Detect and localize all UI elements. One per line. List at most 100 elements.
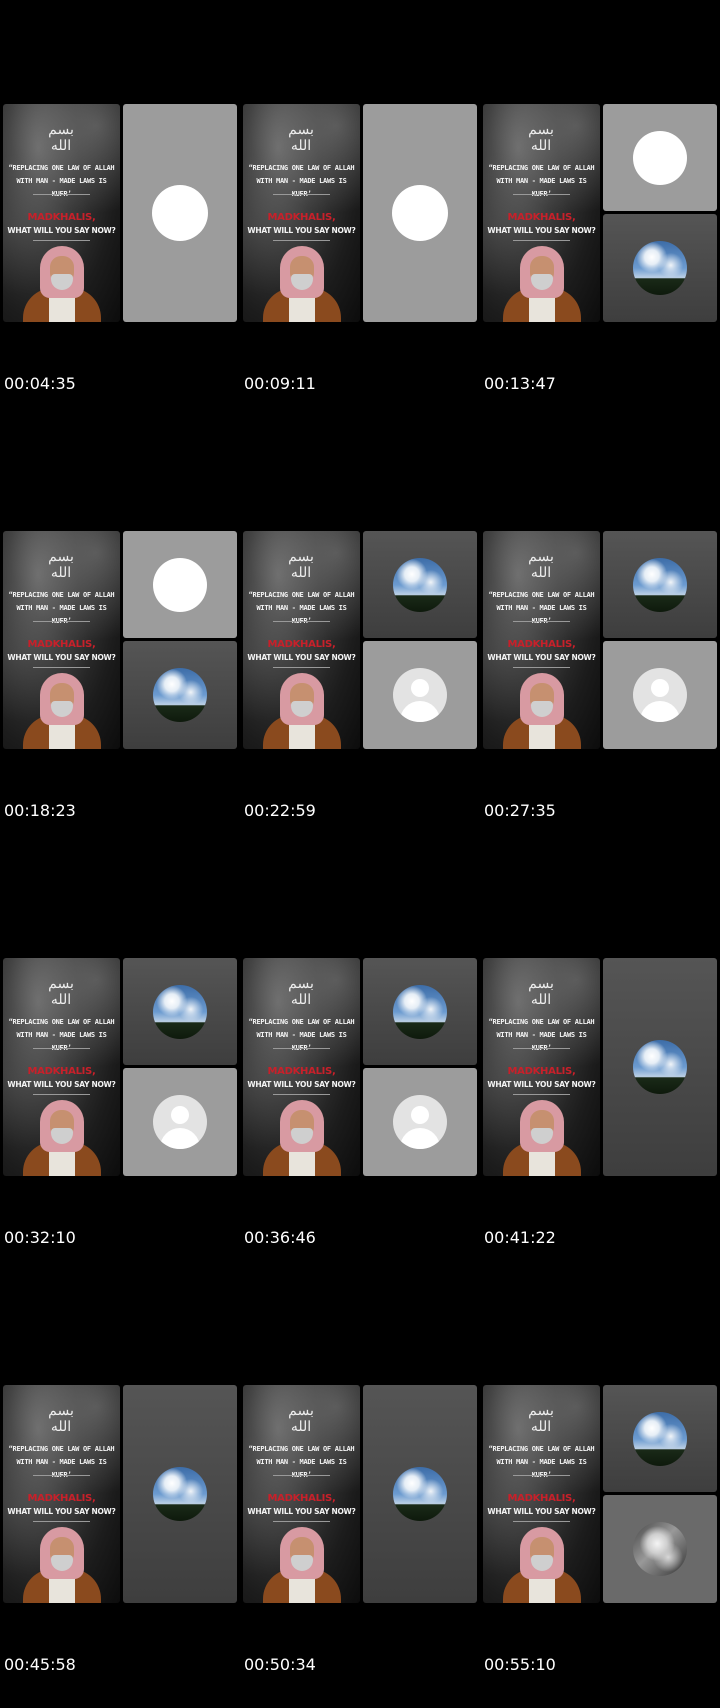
poster-headline: MADKHALIS, <box>507 1066 576 1077</box>
poster-divider <box>273 194 330 195</box>
default-user-icon <box>393 1095 447 1149</box>
participant-panel-top <box>603 104 717 211</box>
sky-avatar-icon <box>633 1040 687 1094</box>
poster-divider <box>33 1094 90 1095</box>
poster-divider <box>273 1521 330 1522</box>
participant-panel-top <box>603 1385 717 1492</box>
poster-image: بسم الله “REPLACING ONE LAW OF ALLAH WITH … <box>3 1385 120 1603</box>
frame-image: بسم الله “REPLACING ONE LAW OF ALLAH WITH … <box>243 104 477 322</box>
poster-subheadline: WHAT WILL YOU SAY NOW? <box>247 653 356 662</box>
participant-panel <box>123 104 237 322</box>
frame-image: بسم الله “REPLACING ONE LAW OF ALLAH WITH … <box>3 104 237 322</box>
poster-divider <box>273 667 330 668</box>
frame-image: بسم الله “REPLACING ONE LAW OF ALLAH WITH … <box>243 958 477 1176</box>
poster-subheadline: WHAT WILL YOU SAY NOW? <box>247 1080 356 1089</box>
quote-line-2: WITH MAN - MADE LAWS IS KUFR’ <box>496 1031 587 1052</box>
participant-panel-bottom <box>123 641 237 749</box>
poster-image: بسم الله “REPLACING ONE LAW OF ALLAH WITH … <box>483 1385 600 1603</box>
participant-panel-top <box>363 531 477 638</box>
poster-divider <box>513 621 570 622</box>
poster-divider <box>273 1475 330 1476</box>
poster-subheadline: WHAT WILL YOU SAY NOW? <box>7 653 116 662</box>
quote-line-1: “REPLACING ONE LAW OF ALLAH <box>248 1445 355 1453</box>
frame-image: بسم الله “REPLACING ONE LAW OF ALLAH WITH … <box>3 1385 237 1603</box>
frame-image: بسم الله “REPLACING ONE LAW OF ALLAH WITH … <box>483 958 717 1176</box>
poster-divider <box>33 194 90 195</box>
poster-divider <box>273 621 330 622</box>
speaker-portrait <box>263 1523 341 1603</box>
poster-headline: MADKHALIS, <box>27 1066 96 1077</box>
speaker-portrait <box>263 242 341 322</box>
poster-quote: “REPLACING ONE LAW OF ALLAH WITH MAN - MA… <box>485 1016 598 1055</box>
poster-image: بسم الله “REPLACING ONE LAW OF ALLAH WITH … <box>483 104 600 322</box>
poster-image: بسم الله “REPLACING ONE LAW OF ALLAH WITH … <box>3 104 120 322</box>
participant-panel-top <box>603 531 717 638</box>
poster-subheadline: WHAT WILL YOU SAY NOW? <box>487 1507 596 1516</box>
poster-image: بسم الله “REPLACING ONE LAW OF ALLAH WITH … <box>483 531 600 749</box>
frame-timestamp: 00:41:22 <box>484 1228 556 1247</box>
speaker-portrait <box>23 1523 101 1603</box>
frame-timestamp: 00:50:34 <box>244 1655 316 1674</box>
sky-avatar-icon <box>153 1467 207 1521</box>
poster-image: بسم الله “REPLACING ONE LAW OF ALLAH WITH … <box>3 958 120 1176</box>
user-body-shape <box>160 1128 200 1149</box>
calligraphy-logo: بسم الله <box>288 976 314 1008</box>
poster-subheadline: WHAT WILL YOU SAY NOW? <box>487 653 596 662</box>
poster-divider <box>33 1475 90 1476</box>
poster-quote: “REPLACING ONE LAW OF ALLAH WITH MAN - MA… <box>5 1443 118 1482</box>
poster-divider <box>273 1048 330 1049</box>
poster-divider <box>33 621 90 622</box>
participant-panel-top <box>363 958 477 1065</box>
poster-headline: MADKHALIS, <box>27 1493 96 1504</box>
quote-line-1: “REPLACING ONE LAW OF ALLAH <box>8 591 115 599</box>
calligraphy-logo: بسم الله <box>528 1403 554 1435</box>
speaker-portrait <box>23 1096 101 1176</box>
frame-timestamp: 00:45:58 <box>4 1655 76 1674</box>
calligraphy-logo: بسم الله <box>528 976 554 1008</box>
speaker-portrait <box>263 669 341 749</box>
poster-quote: “REPLACING ONE LAW OF ALLAH WITH MAN - MA… <box>245 162 358 201</box>
frame-timestamp: 00:18:23 <box>4 801 76 820</box>
poster-divider <box>513 1521 570 1522</box>
sky-avatar-icon <box>393 984 447 1039</box>
default-user-icon <box>633 668 687 722</box>
poster-image: بسم الله “REPLACING ONE LAW OF ALLAH WITH … <box>243 531 360 749</box>
poster-image: بسم الله “REPLACING ONE LAW OF ALLAH WITH … <box>243 104 360 322</box>
poster-divider <box>273 240 330 241</box>
poster-quote: “REPLACING ONE LAW OF ALLAH WITH MAN - MA… <box>245 589 358 628</box>
frame-image: بسم الله “REPLACING ONE LAW OF ALLAH WITH … <box>243 1385 477 1603</box>
quote-line-2: WITH MAN - MADE LAWS IS KUFR’ <box>16 604 107 625</box>
poster-headline: MADKHALIS, <box>27 212 96 223</box>
quote-line-2: WITH MAN - MADE LAWS IS KUFR’ <box>496 177 587 198</box>
sky-avatar-icon <box>393 557 447 612</box>
participant-panel-bottom <box>123 1068 237 1176</box>
poster-quote: “REPLACING ONE LAW OF ALLAH WITH MAN - MA… <box>5 1016 118 1055</box>
poster-headline: MADKHALIS, <box>267 1066 336 1077</box>
speaker-portrait <box>503 242 581 322</box>
poster-headline: MADKHALIS, <box>507 1493 576 1504</box>
poster-subheadline: WHAT WILL YOU SAY NOW? <box>487 226 596 235</box>
quote-line-2: WITH MAN - MADE LAWS IS KUFR’ <box>256 1458 347 1479</box>
quote-line-2: WITH MAN - MADE LAWS IS KUFR’ <box>16 177 107 198</box>
calligraphy-logo: بسم الله <box>528 122 554 154</box>
poster-quote: “REPLACING ONE LAW OF ALLAH WITH MAN - MA… <box>245 1016 358 1055</box>
poster-divider <box>33 1048 90 1049</box>
quote-line-1: “REPLACING ONE LAW OF ALLAH <box>488 591 595 599</box>
poster-image: بسم الله “REPLACING ONE LAW OF ALLAH WITH … <box>3 531 120 749</box>
quote-line-1: “REPLACING ONE LAW OF ALLAH <box>488 164 595 172</box>
speaker-portrait <box>503 1096 581 1176</box>
blank-avatar-icon <box>392 185 448 241</box>
sky-avatar-icon <box>633 557 687 612</box>
poster-quote: “REPLACING ONE LAW OF ALLAH WITH MAN - MA… <box>245 1443 358 1482</box>
quote-line-2: WITH MAN - MADE LAWS IS KUFR’ <box>16 1458 107 1479</box>
frame-timestamp: 00:09:11 <box>244 374 316 393</box>
calligraphy-logo: بسم الله <box>48 976 74 1008</box>
poster-quote: “REPLACING ONE LAW OF ALLAH WITH MAN - MA… <box>485 589 598 628</box>
poster-divider <box>513 667 570 668</box>
calligraphy-logo: بسم الله <box>288 1403 314 1435</box>
sky-avatar-icon <box>153 984 207 1039</box>
sky-avatar-icon <box>633 241 687 295</box>
calligraphy-logo: بسم الله <box>48 1403 74 1435</box>
participant-panel <box>363 104 477 322</box>
frame-image: بسم الله “REPLACING ONE LAW OF ALLAH WITH … <box>3 958 237 1176</box>
